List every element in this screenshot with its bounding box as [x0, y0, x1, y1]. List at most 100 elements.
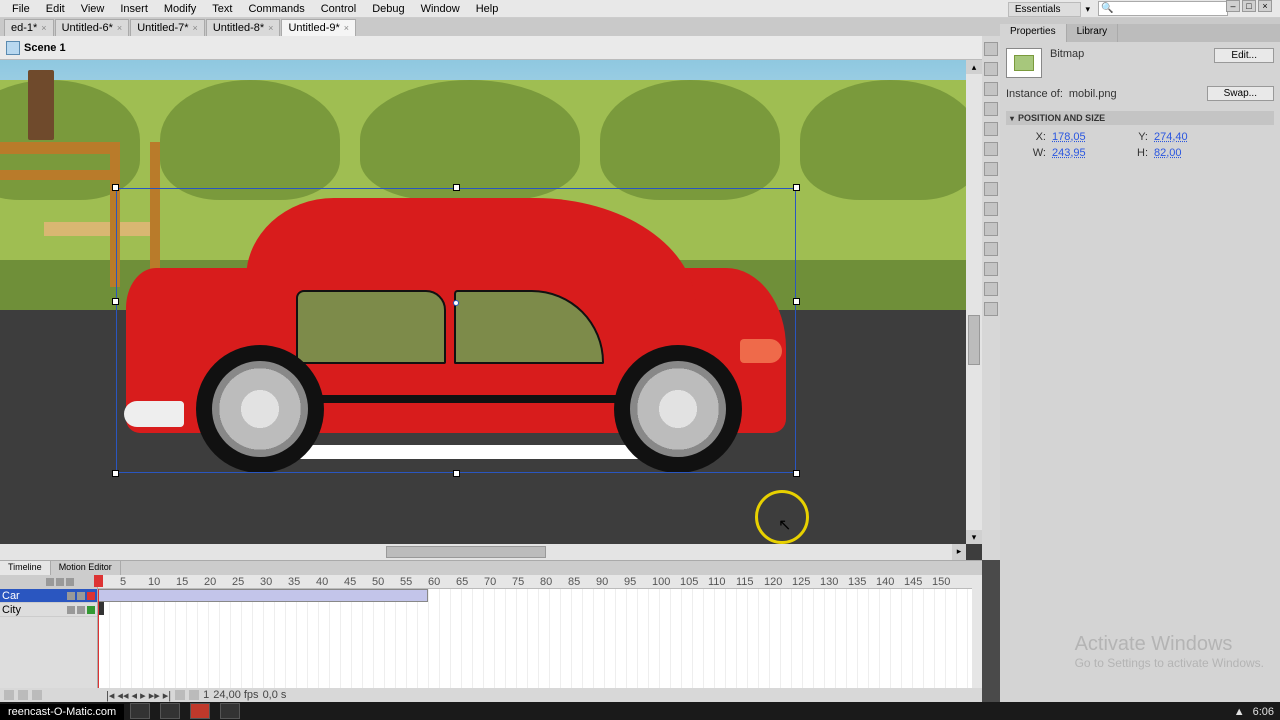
stage[interactable]: ↖: [0, 60, 982, 560]
tray-icon[interactable]: ▲: [1234, 706, 1245, 718]
tween-span[interactable]: [98, 589, 428, 602]
tab-close-icon[interactable]: ×: [344, 23, 349, 33]
edit-button[interactable]: Edit...: [1214, 48, 1274, 63]
tab-close-icon[interactable]: ×: [193, 23, 198, 33]
system-tray: ▲ 6:06: [1234, 706, 1274, 718]
subselection-tool-icon[interactable]: [984, 62, 998, 76]
resize-handle[interactable]: [112, 184, 119, 191]
onion-skin-icon[interactable]: [189, 690, 199, 700]
w-value[interactable]: 243,95: [1052, 147, 1112, 159]
y-value[interactable]: 274,40: [1154, 131, 1214, 143]
resize-handle[interactable]: [793, 184, 800, 191]
menu-text[interactable]: Text: [204, 1, 240, 17]
vertical-scrollbar[interactable]: ▴ ▾: [966, 60, 982, 544]
document-tab[interactable]: Untitled-9*×: [281, 19, 356, 36]
window-close-button[interactable]: ×: [1258, 0, 1272, 12]
taskbar-app-icon[interactable]: [160, 703, 180, 719]
menu-help[interactable]: Help: [468, 1, 507, 17]
scroll-right-icon[interactable]: ▸: [952, 544, 966, 560]
menu-window[interactable]: Window: [413, 1, 468, 17]
swap-button[interactable]: Swap...: [1207, 86, 1274, 101]
resize-handle[interactable]: [453, 470, 460, 477]
frame-ruler[interactable]: 5101520253035404550556065707580859095100…: [98, 575, 972, 589]
car-bitmap-selection[interactable]: [116, 188, 796, 473]
tab-close-icon[interactable]: ×: [117, 23, 122, 33]
h-value[interactable]: 82,00: [1154, 147, 1214, 159]
tab-timeline[interactable]: Timeline: [0, 561, 51, 575]
scroll-thumb[interactable]: [386, 546, 546, 558]
paint-bucket-tool-icon[interactable]: [984, 242, 998, 256]
outline-icon[interactable]: [66, 578, 74, 586]
resize-handle[interactable]: [112, 470, 119, 477]
eraser-tool-icon[interactable]: [984, 282, 998, 296]
fps-readout: 24,00 fps: [213, 689, 258, 701]
pencil-tool-icon[interactable]: [984, 202, 998, 216]
playhead[interactable]: [98, 589, 99, 688]
menu-debug[interactable]: Debug: [364, 1, 412, 17]
scroll-up-icon[interactable]: ▴: [966, 60, 982, 74]
hand-tool-icon[interactable]: [984, 302, 998, 316]
delete-layer-icon[interactable]: [32, 690, 42, 700]
pen-tool-icon[interactable]: [984, 122, 998, 136]
new-layer-icon[interactable]: [4, 690, 14, 700]
text-tool-icon[interactable]: [984, 142, 998, 156]
layer-row[interactable]: City: [0, 603, 97, 617]
taskbar-flash-icon[interactable]: [190, 703, 210, 719]
taskbar-app-icon[interactable]: [130, 703, 150, 719]
resize-handle[interactable]: [793, 298, 800, 305]
line-tool-icon[interactable]: [984, 162, 998, 176]
free-transform-tool-icon[interactable]: [984, 82, 998, 96]
scroll-down-icon[interactable]: ▾: [966, 530, 982, 544]
menu-commands[interactable]: Commands: [240, 1, 312, 17]
frames-area[interactable]: [98, 589, 972, 688]
y-label: Y:: [1118, 131, 1148, 143]
menu-modify[interactable]: Modify: [156, 1, 204, 17]
layer-row[interactable]: Car: [0, 589, 97, 603]
menu-file[interactable]: File: [4, 1, 38, 17]
scroll-thumb[interactable]: [968, 315, 980, 365]
resize-handle[interactable]: [112, 298, 119, 305]
scene-icon: [6, 41, 20, 55]
tab-close-icon[interactable]: ×: [268, 23, 273, 33]
document-tab[interactable]: Untitled-6* ×: [55, 19, 130, 36]
brush-tool-icon[interactable]: [984, 222, 998, 236]
layer-list: Car City: [0, 575, 98, 688]
loop-icon[interactable]: [175, 690, 185, 700]
x-value[interactable]: 178,05: [1052, 131, 1112, 143]
timeline-status-bar: |◂ ◂◂ ◂ ▸ ▸▸ ▸| 1 24,00 fps 0,0 s: [0, 688, 982, 702]
workspace-switcher[interactable]: Essentials▾: [1008, 0, 1090, 18]
tab-properties[interactable]: Properties: [1000, 24, 1067, 42]
lock-icon[interactable]: [56, 578, 64, 586]
document-tab[interactable]: ed-1*×: [4, 19, 54, 36]
scene-name[interactable]: Scene 1: [24, 42, 66, 54]
document-tab[interactable]: Untitled-8*×: [206, 19, 281, 36]
search-icon: 🔍: [1101, 3, 1113, 14]
horizontal-scrollbar[interactable]: ▸: [0, 544, 966, 560]
tab-motion-editor[interactable]: Motion Editor: [51, 561, 121, 575]
eyedropper-tool-icon[interactable]: [984, 262, 998, 276]
lasso-tool-icon[interactable]: [984, 102, 998, 116]
tab-label: Untitled-6*: [62, 22, 113, 34]
tab-close-icon[interactable]: ×: [41, 23, 46, 33]
eye-icon[interactable]: [46, 578, 54, 586]
search-input[interactable]: 🔍: [1098, 1, 1228, 16]
menu-edit[interactable]: Edit: [38, 1, 73, 17]
rectangle-tool-icon[interactable]: [984, 182, 998, 196]
clock[interactable]: 6:06: [1253, 706, 1274, 718]
selection-tool-icon[interactable]: [984, 42, 998, 56]
resize-handle[interactable]: [453, 184, 460, 191]
taskbar-app-icon[interactable]: [220, 703, 240, 719]
instance-thumbnail: [1006, 48, 1042, 78]
menu-control[interactable]: Control: [313, 1, 364, 17]
resize-handle[interactable]: [793, 470, 800, 477]
new-folder-icon[interactable]: [18, 690, 28, 700]
section-position-size[interactable]: POSITION AND SIZE: [1006, 111, 1274, 125]
workspace-label[interactable]: Essentials: [1008, 2, 1082, 17]
tab-library[interactable]: Library: [1067, 24, 1119, 42]
document-tab[interactable]: Untitled-7*×: [130, 19, 205, 36]
h-label: H:: [1118, 147, 1148, 159]
menu-view[interactable]: View: [73, 1, 113, 17]
window-minimize-button[interactable]: –: [1226, 0, 1240, 12]
window-maximize-button[interactable]: □: [1242, 0, 1256, 12]
menu-insert[interactable]: Insert: [112, 1, 156, 17]
